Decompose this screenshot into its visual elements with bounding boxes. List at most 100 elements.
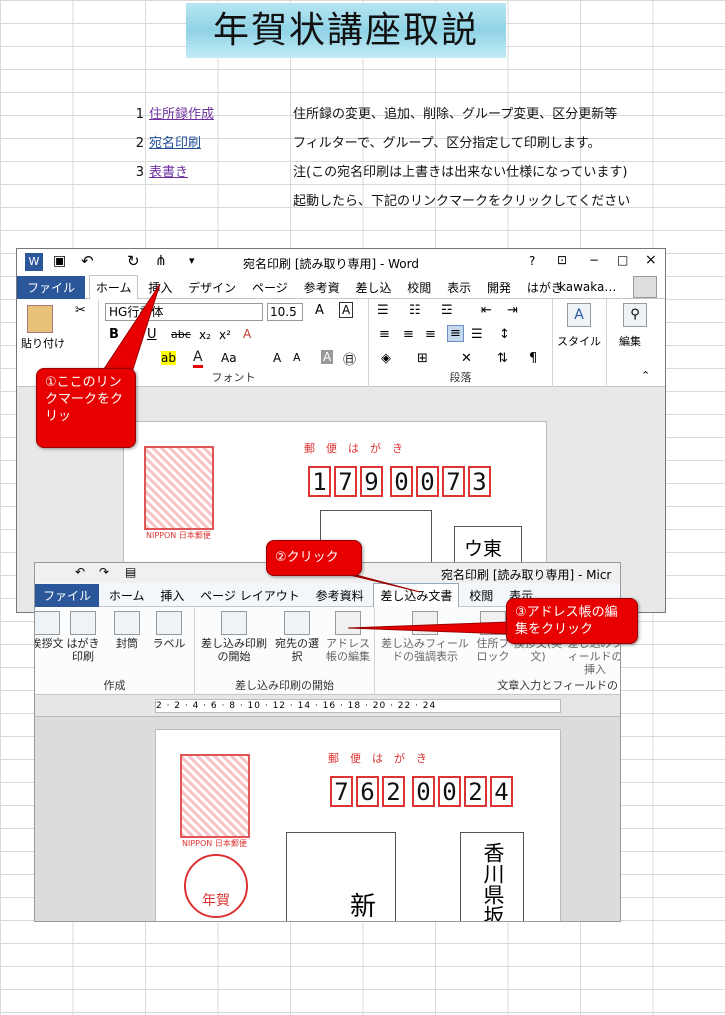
link-mark-icon[interactable]: ⋔ xyxy=(155,253,167,269)
highlight-fields-label: 差し込みフィールドの強調表示 xyxy=(381,637,469,663)
enclose-char-icon[interactable]: ㊐ xyxy=(343,349,356,368)
maximize-button[interactable]: □ xyxy=(617,253,628,267)
grow-font-icon[interactable]: A xyxy=(273,351,281,365)
envelope-button[interactable]: 封筒 xyxy=(109,609,145,650)
char-shading-icon[interactable]: A xyxy=(321,350,334,364)
tab-developer[interactable]: 開発 xyxy=(481,276,517,300)
tab-mailings[interactable]: 差し込 xyxy=(349,276,397,300)
horizontal-ruler[interactable]: 2 · 2 · 4 · 6 · 8 · 10 · 12 · 14 · 16 · … xyxy=(155,699,561,713)
edit-address-book-button[interactable]: アドレス帳の編集 xyxy=(323,609,373,663)
superscript-icon[interactable]: x² xyxy=(219,328,231,342)
brand-label: NIPPON 日本郵便 xyxy=(146,531,211,540)
styles-icon: A xyxy=(567,303,591,327)
print-preview-icon[interactable]: ▤ xyxy=(125,565,136,579)
postage-stamp-icon xyxy=(180,754,250,838)
greeting-button[interactable]: 挨拶文 xyxy=(35,609,65,650)
tab-page[interactable]: ページ xyxy=(246,276,294,300)
user-name[interactable]: kawaka… xyxy=(553,275,622,299)
distribute-icon[interactable]: ☰ xyxy=(471,327,483,342)
postcard-print-button[interactable]: はがき印刷 xyxy=(65,609,101,663)
brand-label: NIPPON 日本郵便 xyxy=(182,839,247,848)
postage-stamp-icon xyxy=(144,446,214,530)
align-center-icon[interactable]: ≡ xyxy=(403,327,414,342)
font-color-icon[interactable]: A xyxy=(193,349,203,368)
underline-icon[interactable]: U xyxy=(147,327,157,342)
tab-home[interactable]: ホーム xyxy=(103,584,151,608)
tab-home[interactable]: ホーム xyxy=(88,275,139,299)
subscript-icon[interactable]: x₂ xyxy=(199,328,211,342)
asian-layout-icon[interactable]: ✕ xyxy=(461,351,472,366)
tab-references[interactable]: 参考資料 xyxy=(310,584,370,608)
clear-format-icon[interactable]: A xyxy=(243,327,251,341)
greeting-icon xyxy=(35,611,60,635)
styles-group: A スタイル xyxy=(553,299,607,387)
paste-button[interactable]: 貼り付け xyxy=(21,335,65,351)
align-right-icon[interactable]: ≡ xyxy=(425,327,436,342)
change-case-icon[interactable]: Aa xyxy=(221,351,237,365)
close-button[interactable]: × xyxy=(645,252,657,268)
char-border-icon[interactable]: A xyxy=(339,302,354,318)
bullets-icon[interactable]: ☰ xyxy=(377,303,389,318)
tab-file[interactable]: ファイル xyxy=(35,584,100,608)
envelope-label: 封筒 xyxy=(116,637,138,650)
tab-review[interactable]: 校閲 xyxy=(463,584,499,608)
address-block-label: 住所ブロック xyxy=(476,637,510,663)
front-side-link[interactable]: 表書き xyxy=(149,161,188,184)
binoculars-icon: ⚲ xyxy=(623,303,647,327)
redo-icon[interactable]: ↻ xyxy=(127,252,140,270)
tab-file[interactable]: ファイル xyxy=(17,276,86,300)
show-marks-icon[interactable]: ¶ xyxy=(529,351,537,366)
undo-icon[interactable]: ↶ xyxy=(75,565,85,579)
redo-icon[interactable]: ↷ xyxy=(99,565,109,579)
multilevel-list-icon[interactable]: ☲ xyxy=(441,303,453,318)
increase-indent-icon[interactable]: ⇥ xyxy=(507,303,518,318)
sort-icon[interactable]: ⇅ xyxy=(497,351,508,366)
label-button[interactable]: ラベル xyxy=(149,609,189,650)
highlight-icon[interactable]: ab xyxy=(161,351,176,365)
tab-page-layout[interactable]: ページ レイアウト xyxy=(194,584,306,608)
tab-insert[interactable]: 挿入 xyxy=(154,584,190,608)
instruction-note: 起動したら、下記のリンクマークをクリックしてください xyxy=(293,194,631,209)
align-left-icon[interactable]: ≡ xyxy=(379,327,390,342)
styles-button[interactable]: スタイル xyxy=(557,333,601,349)
numbering-icon[interactable]: ☷ xyxy=(409,303,421,318)
avatar[interactable] xyxy=(633,276,657,298)
customize-qat-icon[interactable]: ▾ xyxy=(189,254,195,267)
tab-references[interactable]: 参考資 xyxy=(298,276,346,300)
line-spacing-icon[interactable]: ↕ xyxy=(499,327,510,342)
start-merge-button[interactable]: 差し込み印刷の開始 xyxy=(199,609,269,663)
decrease-indent-icon[interactable]: ⇤ xyxy=(481,303,492,318)
editing-group: ⚲ 編集 ⌃ xyxy=(607,299,665,387)
address-print-link[interactable]: 宛名印刷 xyxy=(149,132,201,155)
list-item: 1 住所録作成 住所録の変更、追加、削除、グループ変更、区分更新等 xyxy=(0,103,725,126)
justify-icon[interactable]: ≡ xyxy=(447,325,464,342)
ruler-bar: 2 · 2 · 4 · 6 · 8 · 10 · 12 · 14 · 16 · … xyxy=(35,695,620,717)
collapse-ribbon-icon[interactable]: ⌃ xyxy=(641,369,650,382)
tab-design[interactable]: デザイン xyxy=(182,276,242,300)
tab-review[interactable]: 校閲 xyxy=(401,276,437,300)
undo-icon[interactable]: ↶ xyxy=(81,252,94,270)
tab-insert[interactable]: 挿入 xyxy=(142,276,178,300)
help-button[interactable]: ? xyxy=(529,254,535,268)
bold-icon[interactable]: B xyxy=(109,327,119,342)
font-name-select[interactable]: HG行書体 xyxy=(105,303,263,321)
shrink-font-icon[interactable]: A xyxy=(293,351,301,364)
editing-button[interactable]: 編集 xyxy=(619,333,641,349)
grow-font-icon[interactable]: A xyxy=(315,303,324,318)
postcard-print-label: はがき印刷 xyxy=(66,637,100,663)
highlight-fields-button[interactable]: 差し込みフィールドの強調表示 xyxy=(377,609,473,663)
save-icon[interactable]: ▣ xyxy=(53,253,66,269)
cut-icon[interactable]: ✂ xyxy=(75,303,86,318)
borders-icon[interactable]: ⊞ xyxy=(417,351,428,366)
ribbon-display-icon[interactable]: ⊡ xyxy=(557,253,567,267)
minimize-button[interactable]: − xyxy=(589,253,599,267)
shading-icon[interactable]: ◈ xyxy=(381,351,391,366)
italic-icon[interactable]: I xyxy=(129,327,133,342)
address-book-link[interactable]: 住所録作成 xyxy=(149,103,214,126)
font-size-select[interactable]: 10.5 xyxy=(267,303,303,321)
tab-mailings[interactable]: 差し込み文書 xyxy=(373,583,460,607)
strikethrough-icon[interactable]: abc xyxy=(171,328,191,341)
select-recipients-button[interactable]: 宛先の選択 xyxy=(275,609,319,663)
font-group: HG行書体 10.5 A A B I U abc x₂ x² A ab A Aa… xyxy=(99,299,369,387)
tab-view[interactable]: 表示 xyxy=(441,276,477,300)
